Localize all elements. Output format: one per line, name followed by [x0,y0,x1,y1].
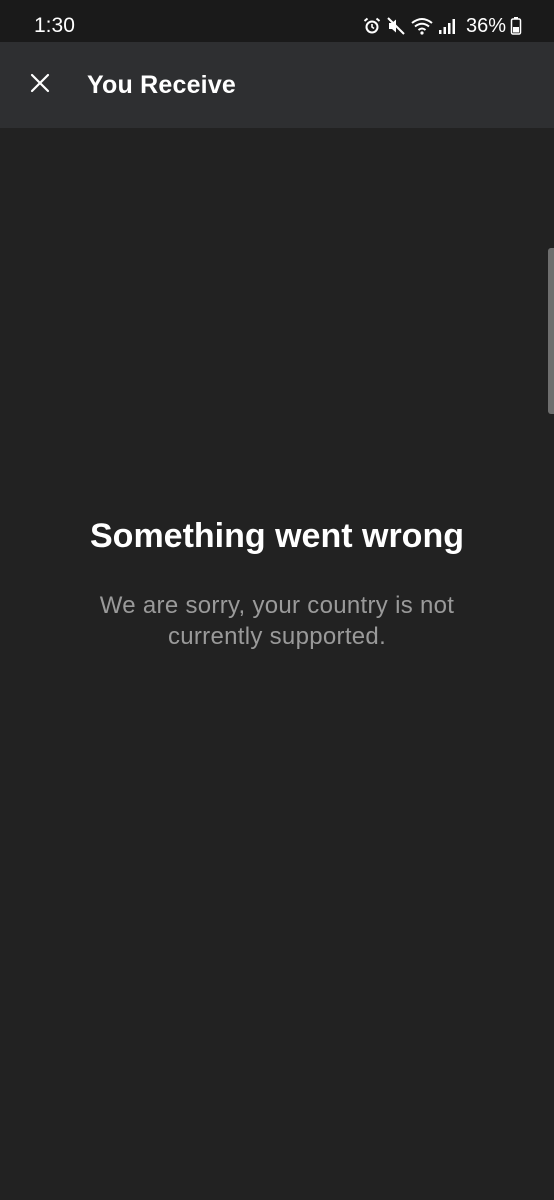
scrollbar-thumb[interactable] [548,248,554,414]
error-description: We are sorry, your country is not curren… [99,592,455,650]
screen: 1:30 36% You Receive Something went wron… [0,0,554,1200]
error-message-block: Something went wrong We are sorry, your … [0,512,554,652]
signal-icon [438,16,456,36]
mute-icon [386,16,406,36]
app-bar: You Receive [0,42,554,128]
wifi-icon [410,16,434,36]
close-icon [29,72,51,99]
alarm-icon [362,16,382,36]
close-button[interactable] [18,63,62,107]
battery-percent: 36% [465,15,506,37]
battery-icon [510,16,522,36]
page-title: You Receive [87,71,237,99]
error-title: Something went wrong [90,517,464,555]
status-bar: 1:30 36% [0,0,554,42]
status-time: 1:30 [34,14,75,37]
status-icons: 36% [362,12,522,40]
